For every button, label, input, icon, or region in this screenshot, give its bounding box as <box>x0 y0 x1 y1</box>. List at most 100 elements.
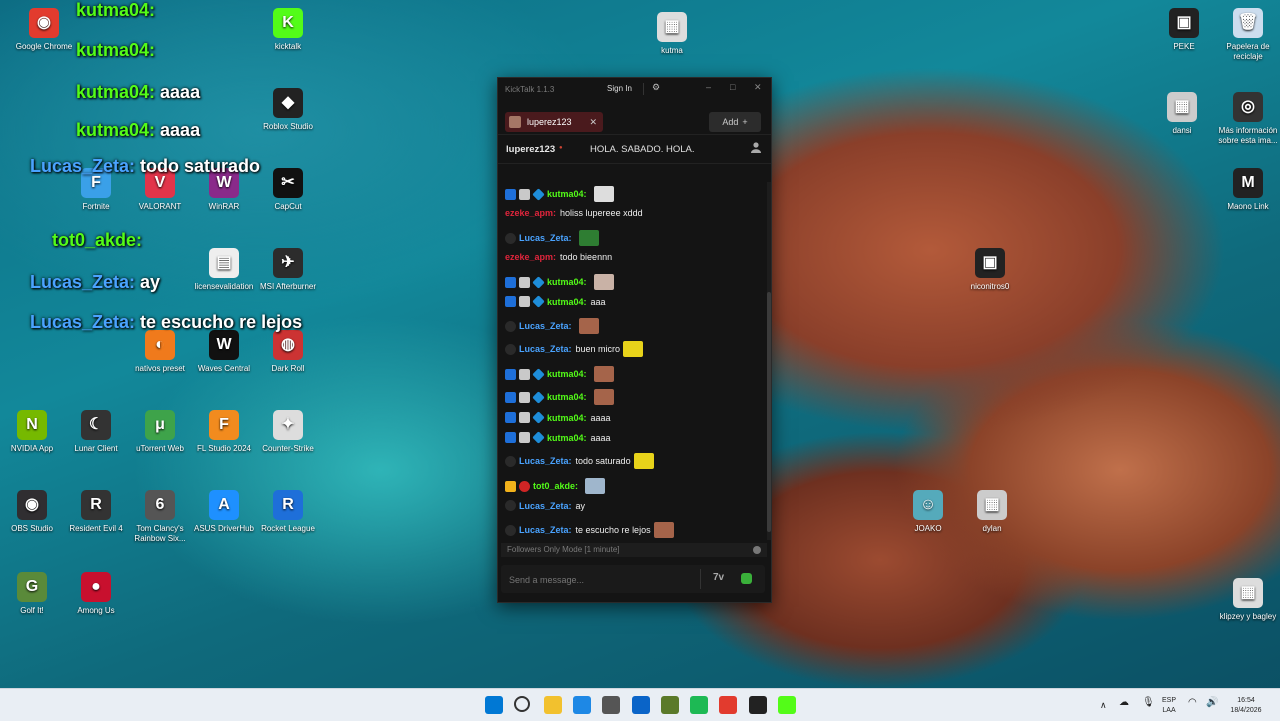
wifi-icon[interactable]: ◠ <box>1188 698 1197 708</box>
title-bar: KickTalk 1.1.3 Sign In ⚙ – □ ✕ <box>498 78 771 100</box>
chat-username[interactable]: kutma04: <box>547 413 587 423</box>
desktop-icon[interactable]: 6 Tom Clancy's Rainbow Six... <box>128 490 192 544</box>
chat-scrollbar[interactable] <box>767 182 771 540</box>
chat-username[interactable]: Lucas_Zeta: <box>519 525 572 535</box>
store-icon[interactable] <box>602 696 621 714</box>
app-icon: ▦ <box>657 12 687 42</box>
desktop-icon-label: Rocket League <box>261 524 315 533</box>
desktop-icon[interactable]: ◆ Roblox Studio <box>256 88 320 132</box>
desktop-icon[interactable]: ● Among Us <box>64 572 128 616</box>
scrollbar-thumb[interactable] <box>767 292 771 532</box>
volume-icon[interactable]: 🔊 <box>1206 698 1218 708</box>
tray-chevron-icon[interactable]: ∧ <box>1100 700 1107 710</box>
chat-username[interactable]: kutma04: <box>547 297 587 307</box>
network-icon[interactable]: ☁ <box>1119 698 1129 708</box>
cube-badge-icon <box>532 411 545 424</box>
channel-bar: luperez123 ● HOLA. SABADO. HOLA. <box>498 135 771 164</box>
desktop-icon[interactable]: M Maono Link <box>1216 168 1280 212</box>
windows-start-icon[interactable] <box>485 696 503 714</box>
chat-text: ay <box>575 500 586 511</box>
chat-username[interactable]: kutma04: <box>547 277 587 287</box>
message-input[interactable] <box>507 571 691 589</box>
chrome-icon[interactable] <box>719 696 738 714</box>
add-channel-button[interactable]: Add + <box>709 112 761 132</box>
info-icon[interactable] <box>753 546 761 554</box>
chat-username[interactable]: tot0_akde: <box>533 481 578 491</box>
chat-message: ezeke_apm: holiss lupereee xddd <box>505 208 643 218</box>
desktop-icon[interactable]: ▣ PEKE <box>1152 8 1216 52</box>
sign-in-button[interactable]: Sign In <box>601 82 638 95</box>
app-icon: R <box>81 490 111 520</box>
chat-username[interactable]: Lucas_Zeta: <box>519 344 572 354</box>
message-input-box: 7v <box>501 565 765 593</box>
chat-username[interactable]: ezeke_apm: <box>505 208 556 218</box>
desktop-icon[interactable]: F FL Studio 2024 <box>192 410 256 454</box>
desktop-icon[interactable]: ▦ klipzey y bagley <box>1216 578 1280 622</box>
language-indicator[interactable]: ESP LAA <box>1162 696 1176 716</box>
app-icon: ◆ <box>273 88 303 118</box>
chat-username[interactable]: kutma04: <box>547 189 587 199</box>
emote-image <box>578 230 599 246</box>
desktop-icon[interactable]: ◉ OBS Studio <box>0 490 64 534</box>
microphone-icon[interactable]: 🎙 <box>1142 698 1155 708</box>
desktop-icon[interactable]: ◉ Google Chrome <box>12 8 76 52</box>
edge-icon[interactable] <box>572 696 591 714</box>
desktop-icon-label: Among Us <box>77 606 115 615</box>
kick-emote-icon[interactable]: 7v <box>713 572 724 583</box>
tab-channel[interactable]: luperez123 ✕ <box>505 112 603 132</box>
chat-username[interactable]: ezeke_apm: <box>505 252 556 262</box>
file-explorer-icon[interactable] <box>543 696 562 714</box>
close-icon[interactable]: ✕ <box>754 82 762 93</box>
user-list-icon[interactable] <box>751 142 761 153</box>
clock[interactable]: 16:54 18/4/2026 <box>1224 696 1268 716</box>
outlook-icon[interactable] <box>631 696 650 714</box>
desktop-icon[interactable]: ✂ CapCut <box>256 168 320 212</box>
spotify-icon[interactable] <box>690 696 709 714</box>
desktop-icon[interactable]: A ASUS DriverHub <box>192 490 256 534</box>
desktop-icon[interactable]: W Waves Central <box>192 330 256 374</box>
desktop-icon[interactable]: ✈ MSI Afterburner <box>256 248 320 292</box>
tab-close-icon[interactable]: ✕ <box>589 117 597 128</box>
desktop-icon[interactable]: Kkicktalk <box>256 8 320 52</box>
desktop-icon[interactable]: ▦ kutma <box>640 12 704 56</box>
overlay-chat-line: kutma04: <box>76 40 155 61</box>
channel-topic: HOLA. SABADO. HOLA. <box>590 144 695 155</box>
search-icon[interactable] <box>514 696 531 712</box>
chat-username[interactable]: kutma04: <box>547 369 587 379</box>
desktop-icon[interactable]: ◍ Dark Roll <box>256 330 320 374</box>
desktop-icon-label: dylan <box>982 524 1002 533</box>
desktop-icon[interactable]: ◐ nativos preset <box>128 330 192 374</box>
minimize-icon[interactable]: – <box>706 82 711 92</box>
kick-icon[interactable] <box>778 696 796 714</box>
obs-icon[interactable] <box>748 696 767 714</box>
desktop-icon[interactable]: 🗑 Papelera de reciclaje <box>1216 8 1280 62</box>
chat-username[interactable]: Lucas_Zeta: <box>519 233 572 243</box>
minecraft-icon[interactable] <box>660 696 679 714</box>
maximize-icon[interactable]: □ <box>730 82 735 92</box>
av-badge-icon <box>519 391 530 403</box>
desktop-icon[interactable]: ▣ niconitros0 <box>958 248 1022 292</box>
desktop-icon[interactable]: ▦ dansi <box>1150 92 1214 136</box>
desktop-icon[interactable]: G Golf It! <box>0 572 64 616</box>
chat-username[interactable]: kutma04: <box>547 433 587 443</box>
desktop-icon[interactable]: ◎ Más información sobre esta ima... <box>1216 92 1280 146</box>
cube-badge-icon <box>532 275 545 289</box>
app-icon: ◎ <box>1233 92 1263 122</box>
chat-username[interactable]: Lucas_Zeta: <box>519 321 572 331</box>
desktop-icon[interactable]: μ uTorrent Web <box>128 410 192 454</box>
chat-username[interactable]: Lucas_Zeta: <box>519 501 572 511</box>
desktop-icon[interactable]: ▦ dylan <box>960 490 1024 534</box>
settings-gear-icon[interactable]: ⚙ <box>652 82 660 93</box>
desktop-icon-label: VALORANT <box>138 202 182 211</box>
desktop-icon[interactable]: R Rocket League <box>256 490 320 534</box>
desktop-icon[interactable]: R Resident Evil 4 <box>64 490 128 534</box>
chat-username[interactable]: Lucas_Zeta: <box>519 456 572 466</box>
desktop-icon[interactable]: ☺ JOAKO <box>896 490 960 534</box>
desktop-icon-label: ASUS DriverHub <box>193 524 254 533</box>
desktop-icon[interactable]: ▤ licensevalidation <box>192 248 256 292</box>
desktop-icon[interactable]: N NVIDIA App <box>0 410 64 454</box>
emote-picker-icon[interactable] <box>741 573 752 584</box>
desktop-icon[interactable]: ☾ Lunar Client <box>64 410 128 454</box>
desktop-icon[interactable]: ✦ Counter-Strike <box>256 410 320 454</box>
chat-username[interactable]: kutma04: <box>547 392 587 402</box>
